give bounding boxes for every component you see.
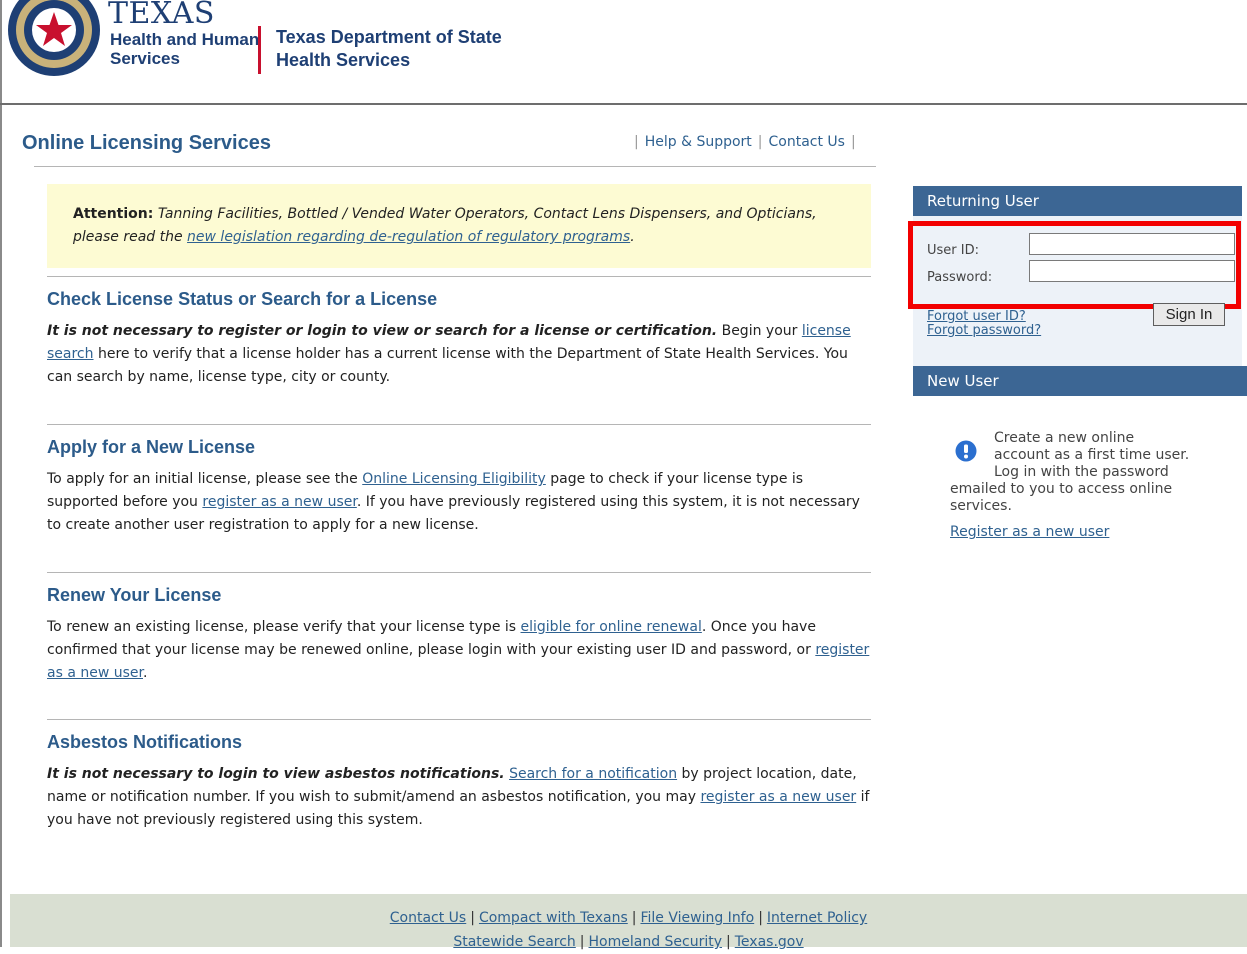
section-text: To renew an existing license, please ver… <box>47 619 521 635</box>
footer-file-viewing-link[interactable]: File Viewing Info <box>640 910 754 926</box>
footer-homeland-security-link[interactable]: Homeland Security <box>589 934 723 950</box>
footer-separator: | <box>726 934 731 950</box>
section-text: . <box>143 665 148 681</box>
online-renewal-link[interactable]: eligible for online renewal <box>521 619 702 635</box>
footer-separator: | <box>470 910 475 926</box>
title-divider <box>34 166 876 167</box>
notice-end: . <box>630 229 635 245</box>
section-title: Check License Status or Search for a Lic… <box>47 289 438 309</box>
left-border <box>0 0 2 947</box>
top-link-separator: | <box>850 134 856 150</box>
new-user-heading: New User <box>913 366 1247 396</box>
deregulation-link[interactable]: new legislation regarding de-regulation … <box>187 229 630 245</box>
site-header: TEXAS Health and Human Services Texas De… <box>0 0 1247 105</box>
footer-row-2: Statewide Search | Homeland Security | Texas… <box>10 930 1247 954</box>
department-name-line1: Texas Department of State <box>276 27 502 47</box>
new-user-line: services. <box>950 498 1012 514</box>
section-divider <box>47 276 871 277</box>
section-apply: Apply for a New License To apply for an … <box>47 424 871 537</box>
footer-row-1: Contact Us | Compact with Texans | File View… <box>10 906 1247 930</box>
section-check-license: Check License Status or Search for a Lic… <box>47 276 871 389</box>
footer-separator: | <box>631 910 637 926</box>
attention-notice: Attention: Tanning Facilities, Bottled /… <box>47 184 871 268</box>
header-divider <box>0 103 1247 105</box>
new-user-line: Create a new online <box>994 430 1135 446</box>
top-link-separator: | <box>634 134 639 150</box>
section-divider <box>47 424 871 425</box>
footer-separator: | <box>758 910 763 926</box>
forgot-user-id-link[interactable]: Forgot user ID? <box>927 309 1026 324</box>
footer-separator: | <box>579 934 585 950</box>
section-renew: Renew Your License To renew an existing … <box>47 572 871 685</box>
footer-contact-us-link[interactable]: Contact Us <box>390 910 466 926</box>
new-user-line: Log in with the password <box>994 464 1169 480</box>
contact-us-link[interactable]: Contact Us <box>769 134 845 150</box>
page-title: Online Licensing Services <box>22 132 271 154</box>
sign-in-button[interactable]: Sign In <box>1153 303 1225 326</box>
register-new-user-link[interactable]: Register as a new user <box>950 524 1109 540</box>
section-title: Apply for a New License <box>47 437 256 457</box>
texas-seal-logo <box>8 0 100 76</box>
notice-label: Attention: <box>73 206 154 222</box>
top-links: | Help & Support | Contact Us | <box>628 134 862 150</box>
section-text: here to verify that a license holder has… <box>47 346 848 385</box>
search-notification-link[interactable]: Search for a notification <box>509 766 677 782</box>
section-text: Begin your <box>717 323 802 339</box>
section-body: To renew an existing license, please ver… <box>47 616 871 685</box>
section-lead: It is not necessary to login to view asb… <box>47 766 505 782</box>
help-support-link[interactable]: Help & Support <box>645 134 752 150</box>
section-lead: It is not necessary to register or login… <box>47 323 718 339</box>
login-fields-highlight <box>908 221 1241 309</box>
footer-texas-gov-link[interactable]: Texas.gov <box>735 934 804 950</box>
department-name-line2: Health Services <box>276 50 411 70</box>
register-new-user-link[interactable]: register as a new user <box>700 789 856 805</box>
brand-divider <box>258 26 261 74</box>
section-asbestos: Asbestos Notifications It is not necessa… <box>47 719 871 832</box>
new-user-line: emailed to you to access online <box>950 481 1173 497</box>
section-body: It is not necessary to login to view asb… <box>47 763 871 832</box>
section-divider <box>47 572 871 573</box>
section-text: To apply for an initial license, please … <box>47 471 363 487</box>
returning-user-heading: Returning User <box>913 186 1242 216</box>
forgot-links: Forgot user ID? Forgot password? <box>927 310 1041 338</box>
brand-hhs: Health and Human Services <box>110 30 259 68</box>
brand-texas: TEXAS <box>108 0 215 31</box>
section-body: It is not necessary to register or login… <box>47 320 871 389</box>
section-divider <box>47 719 871 720</box>
section-title: Asbestos Notifications <box>47 732 243 752</box>
footer-internet-policy-link[interactable]: Internet Policy <box>767 910 867 926</box>
brand-hhs-line2: Services <box>110 49 180 68</box>
site-footer: Contact Us | Compact with Texans | File View… <box>10 894 1247 950</box>
section-title: Renew Your License <box>47 585 222 605</box>
new-user-line: account as a first time user. <box>994 447 1190 463</box>
licensing-eligibility-link[interactable]: Online Licensing Eligibility <box>362 471 546 487</box>
section-body: To apply for an initial license, please … <box>47 468 871 537</box>
top-link-separator: | <box>757 134 763 150</box>
register-new-user-link[interactable]: register as a new user <box>202 494 356 510</box>
department-name: Texas Department of State Health Service… <box>276 26 502 72</box>
footer-statewide-search-link[interactable]: Statewide Search <box>453 934 575 950</box>
brand-hhs-line1: Health and Human <box>110 30 260 49</box>
footer-compact-link[interactable]: Compact with Texans <box>479 910 628 926</box>
forgot-password-link[interactable]: Forgot password? <box>927 323 1041 338</box>
new-user-description: Create a new online account as a first t… <box>950 430 1220 515</box>
